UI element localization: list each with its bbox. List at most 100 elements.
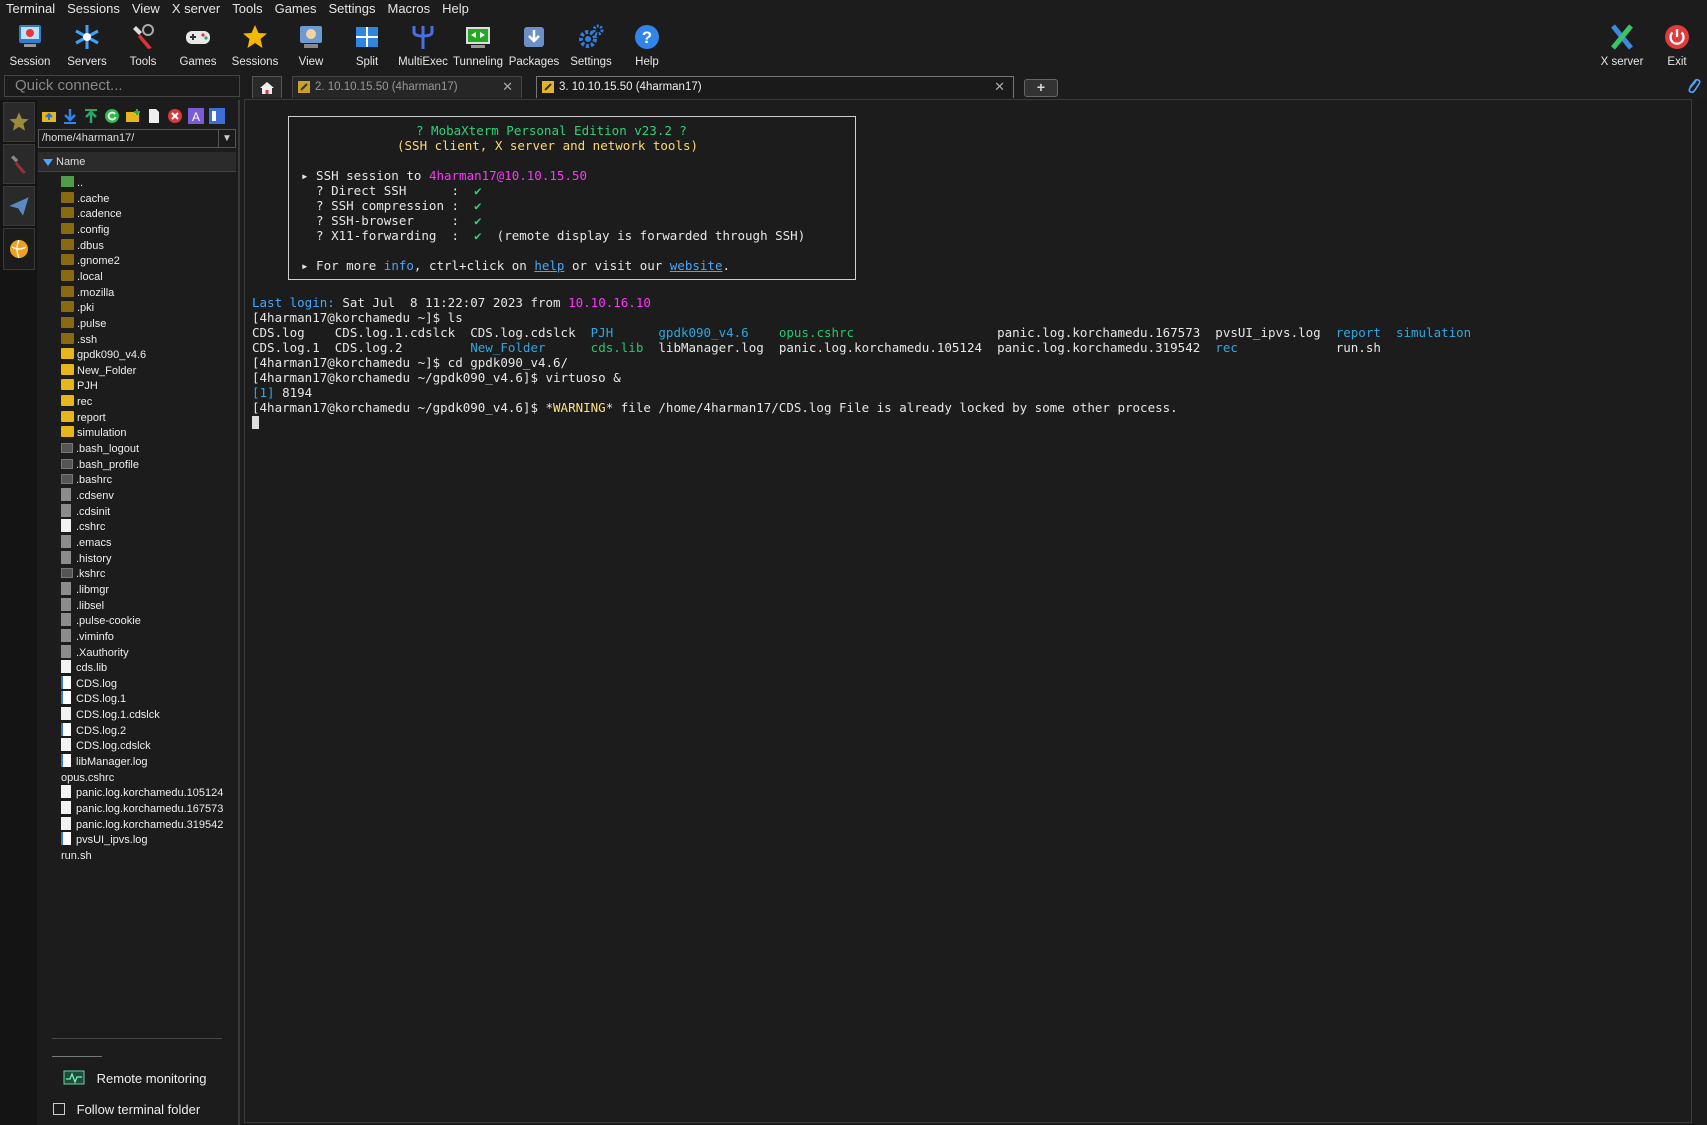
macros-sidebar-tab[interactable] <box>3 186 35 226</box>
close-icon[interactable]: ✕ <box>502 77 513 97</box>
file-list-item[interactable]: CDS.log <box>61 675 117 693</box>
close-icon[interactable]: ✕ <box>994 77 1005 97</box>
help-link[interactable]: help <box>534 258 564 273</box>
menu-help[interactable]: Help <box>436 0 475 18</box>
sessions-sidebar-tab[interactable] <box>3 102 35 142</box>
file-list-item[interactable]: gpdk090_v4.6 <box>61 347 146 364</box>
file-list-item[interactable]: .pulse-cookie <box>61 613 141 630</box>
split-button[interactable]: Split <box>339 20 395 68</box>
tab-session-2[interactable]: 2. 10.10.15.50 (4harman17) ✕ <box>292 76 522 98</box>
file-list-item[interactable]: .ssh <box>61 332 97 349</box>
file-list-item[interactable]: .emacs <box>61 534 111 552</box>
tab-session-3[interactable]: 3. 10.10.15.50 (4harman17) ✕ <box>536 76 1014 98</box>
parent-folder-icon[interactable] <box>41 108 57 124</box>
menu-settings[interactable]: Settings <box>323 0 382 18</box>
file-list-item[interactable]: CDS.log.cdslck <box>61 738 151 755</box>
file-list-item[interactable]: .Xauthority <box>61 644 129 662</box>
tab-home[interactable] <box>252 76 282 98</box>
terminal-pane[interactable]: ? MobaXterm Personal Edition v23.2 ? (SS… <box>244 99 1692 1123</box>
quick-connect-input[interactable]: Quick connect... <box>4 75 240 97</box>
menu-view[interactable]: View <box>126 0 166 18</box>
file-list-item[interactable]: run.sh <box>61 848 318 957</box>
file-list-item[interactable]: cds.lib <box>61 660 107 677</box>
file-list-item[interactable]: CDS.log.2 <box>61 722 126 740</box>
xserver-button[interactable]: X server <box>1594 20 1650 68</box>
attachment-icon[interactable] <box>1687 77 1701 95</box>
file-list-item[interactable]: panic.log.korchamedu.319542 <box>61 816 223 834</box>
menu-tools[interactable]: Tools <box>226 0 268 18</box>
follow-terminal-folder-checkbox[interactable]: Follow terminal folder <box>53 1102 200 1117</box>
packages-button[interactable]: Packages <box>506 20 562 68</box>
download-icon[interactable] <box>62 108 78 124</box>
info-link[interactable]: info <box>384 258 414 273</box>
new-tab-button[interactable]: + <box>1024 79 1058 97</box>
file-list-item[interactable]: PJH <box>61 378 98 395</box>
file-list-item[interactable]: .cache <box>61 191 109 208</box>
terminal-scrollbar[interactable] <box>1692 99 1707 1125</box>
file-list-item[interactable]: panic.log.korchamedu.105124 <box>61 785 223 802</box>
file-list-item[interactable]: .libmgr <box>61 581 109 599</box>
delete-icon[interactable] <box>167 108 183 124</box>
tools-button[interactable]: Tools <box>115 20 171 68</box>
file-list-item[interactable]: report <box>61 410 106 427</box>
multiexec-button[interactable]: MultiExec <box>395 20 451 68</box>
new-file-icon[interactable] <box>146 108 162 124</box>
chevron-down-icon[interactable]: ▼ <box>218 130 235 147</box>
menu-x-server[interactable]: X server <box>166 0 226 18</box>
view-button[interactable]: View <box>283 20 339 68</box>
file-list-item[interactable]: .local <box>61 269 103 286</box>
exit-button[interactable]: Exit <box>1649 20 1705 68</box>
menu-macros[interactable]: Macros <box>381 0 436 18</box>
new-folder-icon[interactable] <box>125 108 141 124</box>
file-list-item[interactable]: .cadence <box>61 206 122 223</box>
file-list-item[interactable]: pvsUI_ipvs.log <box>61 832 148 849</box>
sessions-button[interactable]: Sessions <box>227 20 283 68</box>
file-list-item[interactable]: .dbus <box>61 238 104 255</box>
name-column-header[interactable]: Name <box>38 152 236 172</box>
file-list-item[interactable]: .cshrc <box>61 519 105 536</box>
file-list-item[interactable]: .. <box>61 175 83 192</box>
file-list-item[interactable]: .mozilla <box>61 285 114 302</box>
file-list-item[interactable]: simulation <box>61 425 127 442</box>
settings-button[interactable]: Settings <box>563 20 619 68</box>
tools-sidebar-tab[interactable] <box>3 144 35 184</box>
file-list-item[interactable]: .viminfo <box>61 628 114 646</box>
file-list-item[interactable]: rec <box>61 394 92 411</box>
rename-icon[interactable]: A <box>188 108 204 124</box>
file-list-item[interactable]: .pki <box>61 300 94 317</box>
upload-icon[interactable] <box>83 108 99 124</box>
toggle-panel-icon[interactable] <box>209 108 225 124</box>
file-list-item[interactable]: .gnome2 <box>61 253 120 270</box>
packages-icon <box>524 27 544 47</box>
menu-sessions[interactable]: Sessions <box>61 0 126 18</box>
sftp-sidebar-tab[interactable] <box>3 228 35 270</box>
file-list-item[interactable]: .history <box>61 550 111 568</box>
refresh-icon[interactable] <box>104 108 120 124</box>
file-list-item[interactable]: .libsel <box>61 597 104 615</box>
session-button[interactable]: Session <box>2 20 58 68</box>
file-list-item[interactable]: .bashrc <box>61 472 112 489</box>
tunneling-button[interactable]: Tunneling <box>450 20 506 68</box>
file-list-item[interactable]: .kshrc <box>61 566 105 583</box>
file-list-item[interactable]: .bash_profile <box>61 457 139 474</box>
file-list-item[interactable]: .bash_logout <box>61 441 139 458</box>
file-list-item[interactable]: New_Folder <box>61 363 136 380</box>
file-list-item[interactable]: .cdsinit <box>61 503 110 521</box>
file-list-item[interactable]: panic.log.korchamedu.167573 <box>61 801 223 818</box>
website-link[interactable]: website <box>670 258 723 273</box>
file-list-item[interactable]: .pulse <box>61 316 106 333</box>
file-list-item[interactable]: .config <box>61 222 109 239</box>
menu-games[interactable]: Games <box>269 0 323 18</box>
ls-text <box>613 325 658 340</box>
menu-terminal[interactable]: Terminal <box>0 0 61 18</box>
games-button[interactable]: Games <box>170 20 226 68</box>
servers-button[interactable]: Servers <box>59 20 115 68</box>
file-list-item[interactable]: opus.cshrc <box>61 770 318 879</box>
file-list-item[interactable]: libManager.log <box>61 754 148 771</box>
file-list-item[interactable]: CDS.log.1 <box>61 691 126 708</box>
file-list-item[interactable]: .cdsenv <box>61 488 114 505</box>
remote-monitoring-button[interactable]: Remote monitoring <box>63 1070 206 1087</box>
help-button[interactable]: ? Help <box>619 20 675 68</box>
file-list-item[interactable]: CDS.log.1.cdslck <box>61 707 160 724</box>
path-input[interactable]: /home/4harman17/ ▼ <box>38 129 236 148</box>
